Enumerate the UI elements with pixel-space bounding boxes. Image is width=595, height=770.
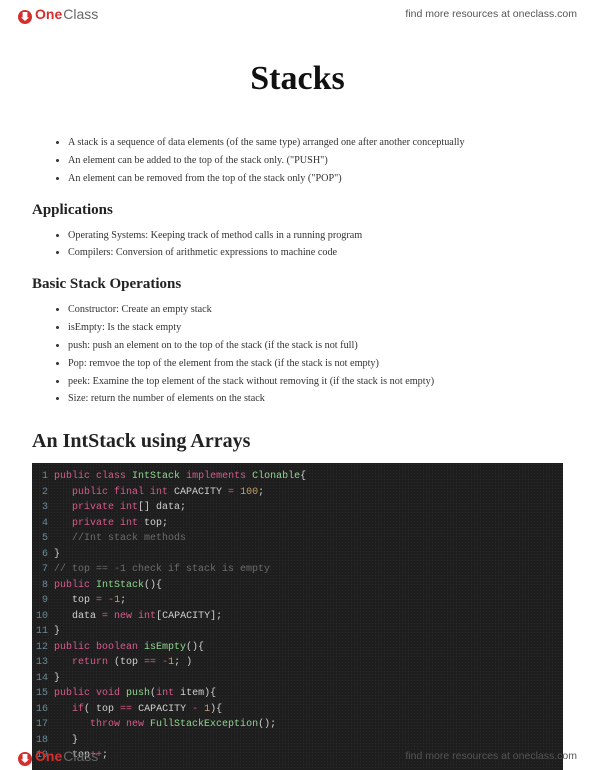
intro-list: A stack is a sequence of data elements (…: [32, 134, 563, 188]
code-text: public boolean isEmpty(){: [54, 640, 204, 656]
code-line: 7// top == -1 check if stack is empty: [32, 562, 563, 578]
code-text: private int[] data;: [54, 500, 186, 516]
code-text: data = new int[CAPACITY];: [54, 609, 222, 625]
code-line: 1public class IntStack implements Clonab…: [32, 469, 563, 485]
code-text: }: [54, 671, 60, 687]
line-number: 7: [32, 562, 54, 578]
line-number: 5: [32, 531, 54, 547]
logo-text-class: Class: [63, 748, 98, 764]
page-title: Stacks: [32, 60, 563, 98]
logo-text-class: Class: [63, 6, 98, 22]
resources-link-top[interactable]: find more resources at oneclass.com: [405, 8, 577, 20]
code-line: 3 private int[] data;: [32, 500, 563, 516]
line-number: 15: [32, 686, 54, 702]
line-number: 1: [32, 469, 54, 485]
code-text: if( top == CAPACITY - 1){: [54, 702, 222, 718]
code-text: public IntStack(){: [54, 578, 162, 594]
line-number: 9: [32, 593, 54, 609]
code-text: private int top;: [54, 516, 168, 532]
basic-ops-list: Constructor: Create an empty stackisEmpt…: [32, 301, 563, 408]
applications-heading: Applications: [32, 202, 563, 219]
list-item: Size: return the number of elements on t…: [68, 390, 563, 408]
line-number: 14: [32, 671, 54, 687]
line-number: 3: [32, 500, 54, 516]
list-item: peek: Examine the top element of the sta…: [68, 373, 563, 391]
logo-icon: [18, 10, 32, 24]
line-number: 13: [32, 655, 54, 671]
code-text: return (top == -1; ): [54, 655, 192, 671]
code-text: throw new FullStackException();: [54, 717, 276, 733]
code-text: }: [54, 624, 60, 640]
intstack-heading: An IntStack using Arrays: [32, 430, 563, 453]
logo-icon: [18, 752, 32, 766]
list-item: Pop: remvoe the top of the element from …: [68, 355, 563, 373]
logo-text-one: One: [35, 6, 62, 22]
resources-link-bottom[interactable]: find more resources at oneclass.com: [405, 750, 577, 762]
line-number: 6: [32, 547, 54, 563]
line-number: 12: [32, 640, 54, 656]
code-line: 14}: [32, 671, 563, 687]
document-content: Stacks A stack is a sequence of data ele…: [0, 28, 595, 770]
code-text: public final int CAPACITY = 100;: [54, 485, 264, 501]
code-line: 13 return (top == -1; ): [32, 655, 563, 671]
code-line: 16 if( top == CAPACITY - 1){: [32, 702, 563, 718]
line-number: 4: [32, 516, 54, 532]
code-line: 6}: [32, 547, 563, 563]
code-line: 8public IntStack(){: [32, 578, 563, 594]
code-text: }: [54, 547, 60, 563]
list-item: push: push an element on to the top of t…: [68, 337, 563, 355]
brand-logo-footer: One Class: [18, 748, 98, 764]
list-item: Constructor: Create an empty stack: [68, 301, 563, 319]
list-item: An element can be added to the top of th…: [68, 152, 563, 170]
code-line: 10 data = new int[CAPACITY];: [32, 609, 563, 625]
list-item: Compilers: Conversion of arithmetic expr…: [68, 244, 563, 262]
code-line: 12public boolean isEmpty(){: [32, 640, 563, 656]
list-item: Operating Systems: Keeping track of meth…: [68, 227, 563, 245]
list-item: A stack is a sequence of data elements (…: [68, 134, 563, 152]
line-number: 17: [32, 717, 54, 733]
code-text: // top == -1 check if stack is empty: [54, 562, 270, 578]
code-line: 11}: [32, 624, 563, 640]
code-text: public class IntStack implements Clonabl…: [54, 469, 306, 485]
footer-bar: One Class find more resources at oneclas…: [0, 742, 595, 770]
line-number: 8: [32, 578, 54, 594]
code-line: 5 //Int stack methods: [32, 531, 563, 547]
basic-ops-heading: Basic Stack Operations: [32, 276, 563, 293]
applications-list: Operating Systems: Keeping track of meth…: [32, 227, 563, 263]
code-line: 9 top = -1;: [32, 593, 563, 609]
code-block: 1public class IntStack implements Clonab…: [32, 463, 563, 770]
line-number: 16: [32, 702, 54, 718]
code-line: 17 throw new FullStackException();: [32, 717, 563, 733]
line-number: 2: [32, 485, 54, 501]
list-item: isEmpty: Is the stack empty: [68, 319, 563, 337]
header-bar: One Class find more resources at oneclas…: [0, 0, 595, 28]
brand-logo: One Class: [18, 6, 98, 22]
logo-text-one: One: [35, 748, 62, 764]
list-item: An element can be removed from the top o…: [68, 170, 563, 188]
line-number: 11: [32, 624, 54, 640]
code-line: 4 private int top;: [32, 516, 563, 532]
code-text: top = -1;: [54, 593, 126, 609]
code-line: 2 public final int CAPACITY = 100;: [32, 485, 563, 501]
code-text: //Int stack methods: [54, 531, 186, 547]
code-line: 15public void push(int item){: [32, 686, 563, 702]
line-number: 10: [32, 609, 54, 625]
code-text: public void push(int item){: [54, 686, 216, 702]
